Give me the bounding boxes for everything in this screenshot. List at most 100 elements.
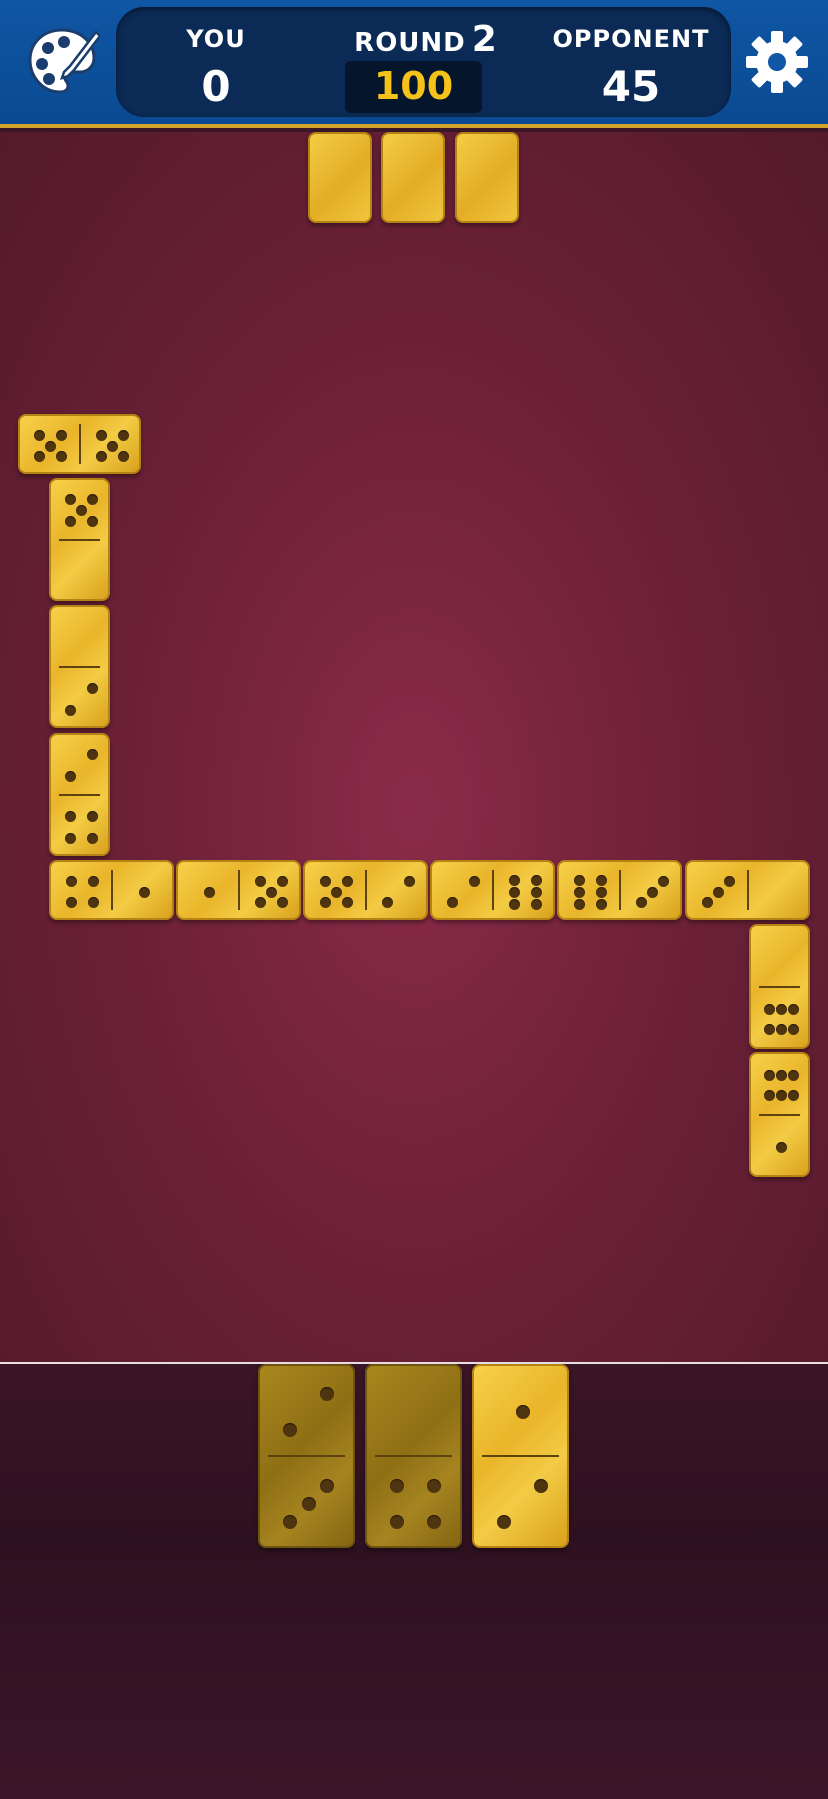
pip: [76, 505, 87, 517]
palette-button[interactable]: [18, 18, 106, 106]
pip: [788, 1004, 800, 1016]
pip: [573, 898, 585, 910]
pip: [531, 898, 543, 910]
target-score-box: 100: [345, 61, 482, 113]
pip: [776, 1004, 787, 1016]
pip: [266, 886, 278, 898]
domino-divider: [78, 424, 81, 464]
board-domino: [557, 860, 682, 920]
pip: [776, 1089, 787, 1101]
gear-icon: [746, 31, 808, 93]
pip: [319, 875, 331, 887]
pip: [763, 1004, 775, 1016]
pip: [34, 429, 46, 441]
pip: [203, 886, 215, 898]
pip: [320, 1387, 335, 1402]
pip: [86, 832, 98, 844]
pip: [65, 494, 77, 506]
pip: [87, 897, 99, 909]
pip: [658, 875, 670, 887]
pip: [65, 771, 77, 783]
pip: [776, 1024, 787, 1036]
domino-divider: [618, 870, 621, 910]
pip: [389, 1514, 404, 1529]
pip: [277, 875, 289, 887]
pip: [701, 897, 713, 909]
pip: [65, 832, 77, 844]
pip: [65, 810, 77, 822]
pip: [636, 897, 648, 909]
score-panel: YOU 0 ROUND 2 100 OPPONENT 45: [116, 7, 731, 117]
domino-divider: [268, 1455, 345, 1457]
pip: [712, 886, 724, 898]
board-domino: [749, 924, 810, 1049]
board-domino: [749, 1052, 810, 1177]
domino-divider: [59, 665, 100, 668]
pip: [509, 898, 521, 910]
pip: [86, 494, 98, 506]
pip: [496, 1514, 511, 1529]
pip: [320, 1479, 335, 1494]
pip: [255, 897, 267, 909]
pip: [389, 1479, 404, 1494]
pip: [330, 886, 342, 898]
pip: [776, 1142, 787, 1154]
domino-divider: [59, 538, 100, 541]
pip: [595, 886, 607, 898]
player-domino[interactable]: [258, 1364, 355, 1548]
you-label: YOU: [186, 25, 246, 53]
pip: [509, 886, 521, 898]
pip: [282, 1422, 297, 1437]
opponent-domino: [308, 132, 372, 223]
pip: [763, 1024, 775, 1036]
board-domino: [49, 733, 110, 856]
pip: [531, 886, 543, 898]
pip: [86, 516, 98, 528]
pip: [277, 897, 289, 909]
pip: [86, 810, 98, 822]
pip: [595, 874, 607, 886]
domino-divider: [59, 793, 100, 796]
pip: [86, 682, 98, 694]
pip: [319, 897, 331, 909]
palette-icon: [28, 28, 100, 94]
pip: [788, 1089, 800, 1101]
pip: [515, 1405, 530, 1419]
target-score: 100: [373, 64, 454, 108]
pip: [404, 875, 416, 887]
board-domino: [430, 860, 555, 920]
pip: [534, 1479, 549, 1494]
pip: [301, 1497, 316, 1511]
pip: [86, 749, 98, 761]
pip: [56, 429, 68, 441]
domino-divider: [759, 1113, 800, 1116]
pip: [117, 429, 129, 441]
round-label: ROUND: [354, 28, 466, 58]
board-domino: [49, 860, 174, 920]
domino-divider: [237, 870, 240, 910]
pip: [723, 875, 735, 887]
opponent-domino: [455, 132, 519, 223]
player-domino[interactable]: [365, 1364, 462, 1548]
pip: [509, 874, 521, 886]
pip: [341, 897, 353, 909]
opponent-label: OPPONENT: [552, 25, 710, 53]
pip: [595, 898, 607, 910]
board-domino: [49, 605, 110, 728]
pip: [788, 1024, 800, 1036]
board-domino: [685, 860, 810, 920]
domino-divider: [759, 985, 800, 988]
pip: [788, 1069, 800, 1081]
pip: [65, 875, 77, 887]
pip: [573, 874, 585, 886]
pip: [65, 704, 77, 716]
pip: [647, 886, 659, 898]
pip: [34, 451, 46, 463]
settings-button[interactable]: [733, 18, 821, 106]
you-score: 0: [201, 62, 231, 111]
opponent-score: 45: [601, 62, 661, 111]
player-domino[interactable]: [472, 1364, 569, 1548]
pip: [65, 516, 77, 528]
pip: [95, 451, 107, 463]
round-indicator: ROUND 2: [326, 19, 526, 60]
